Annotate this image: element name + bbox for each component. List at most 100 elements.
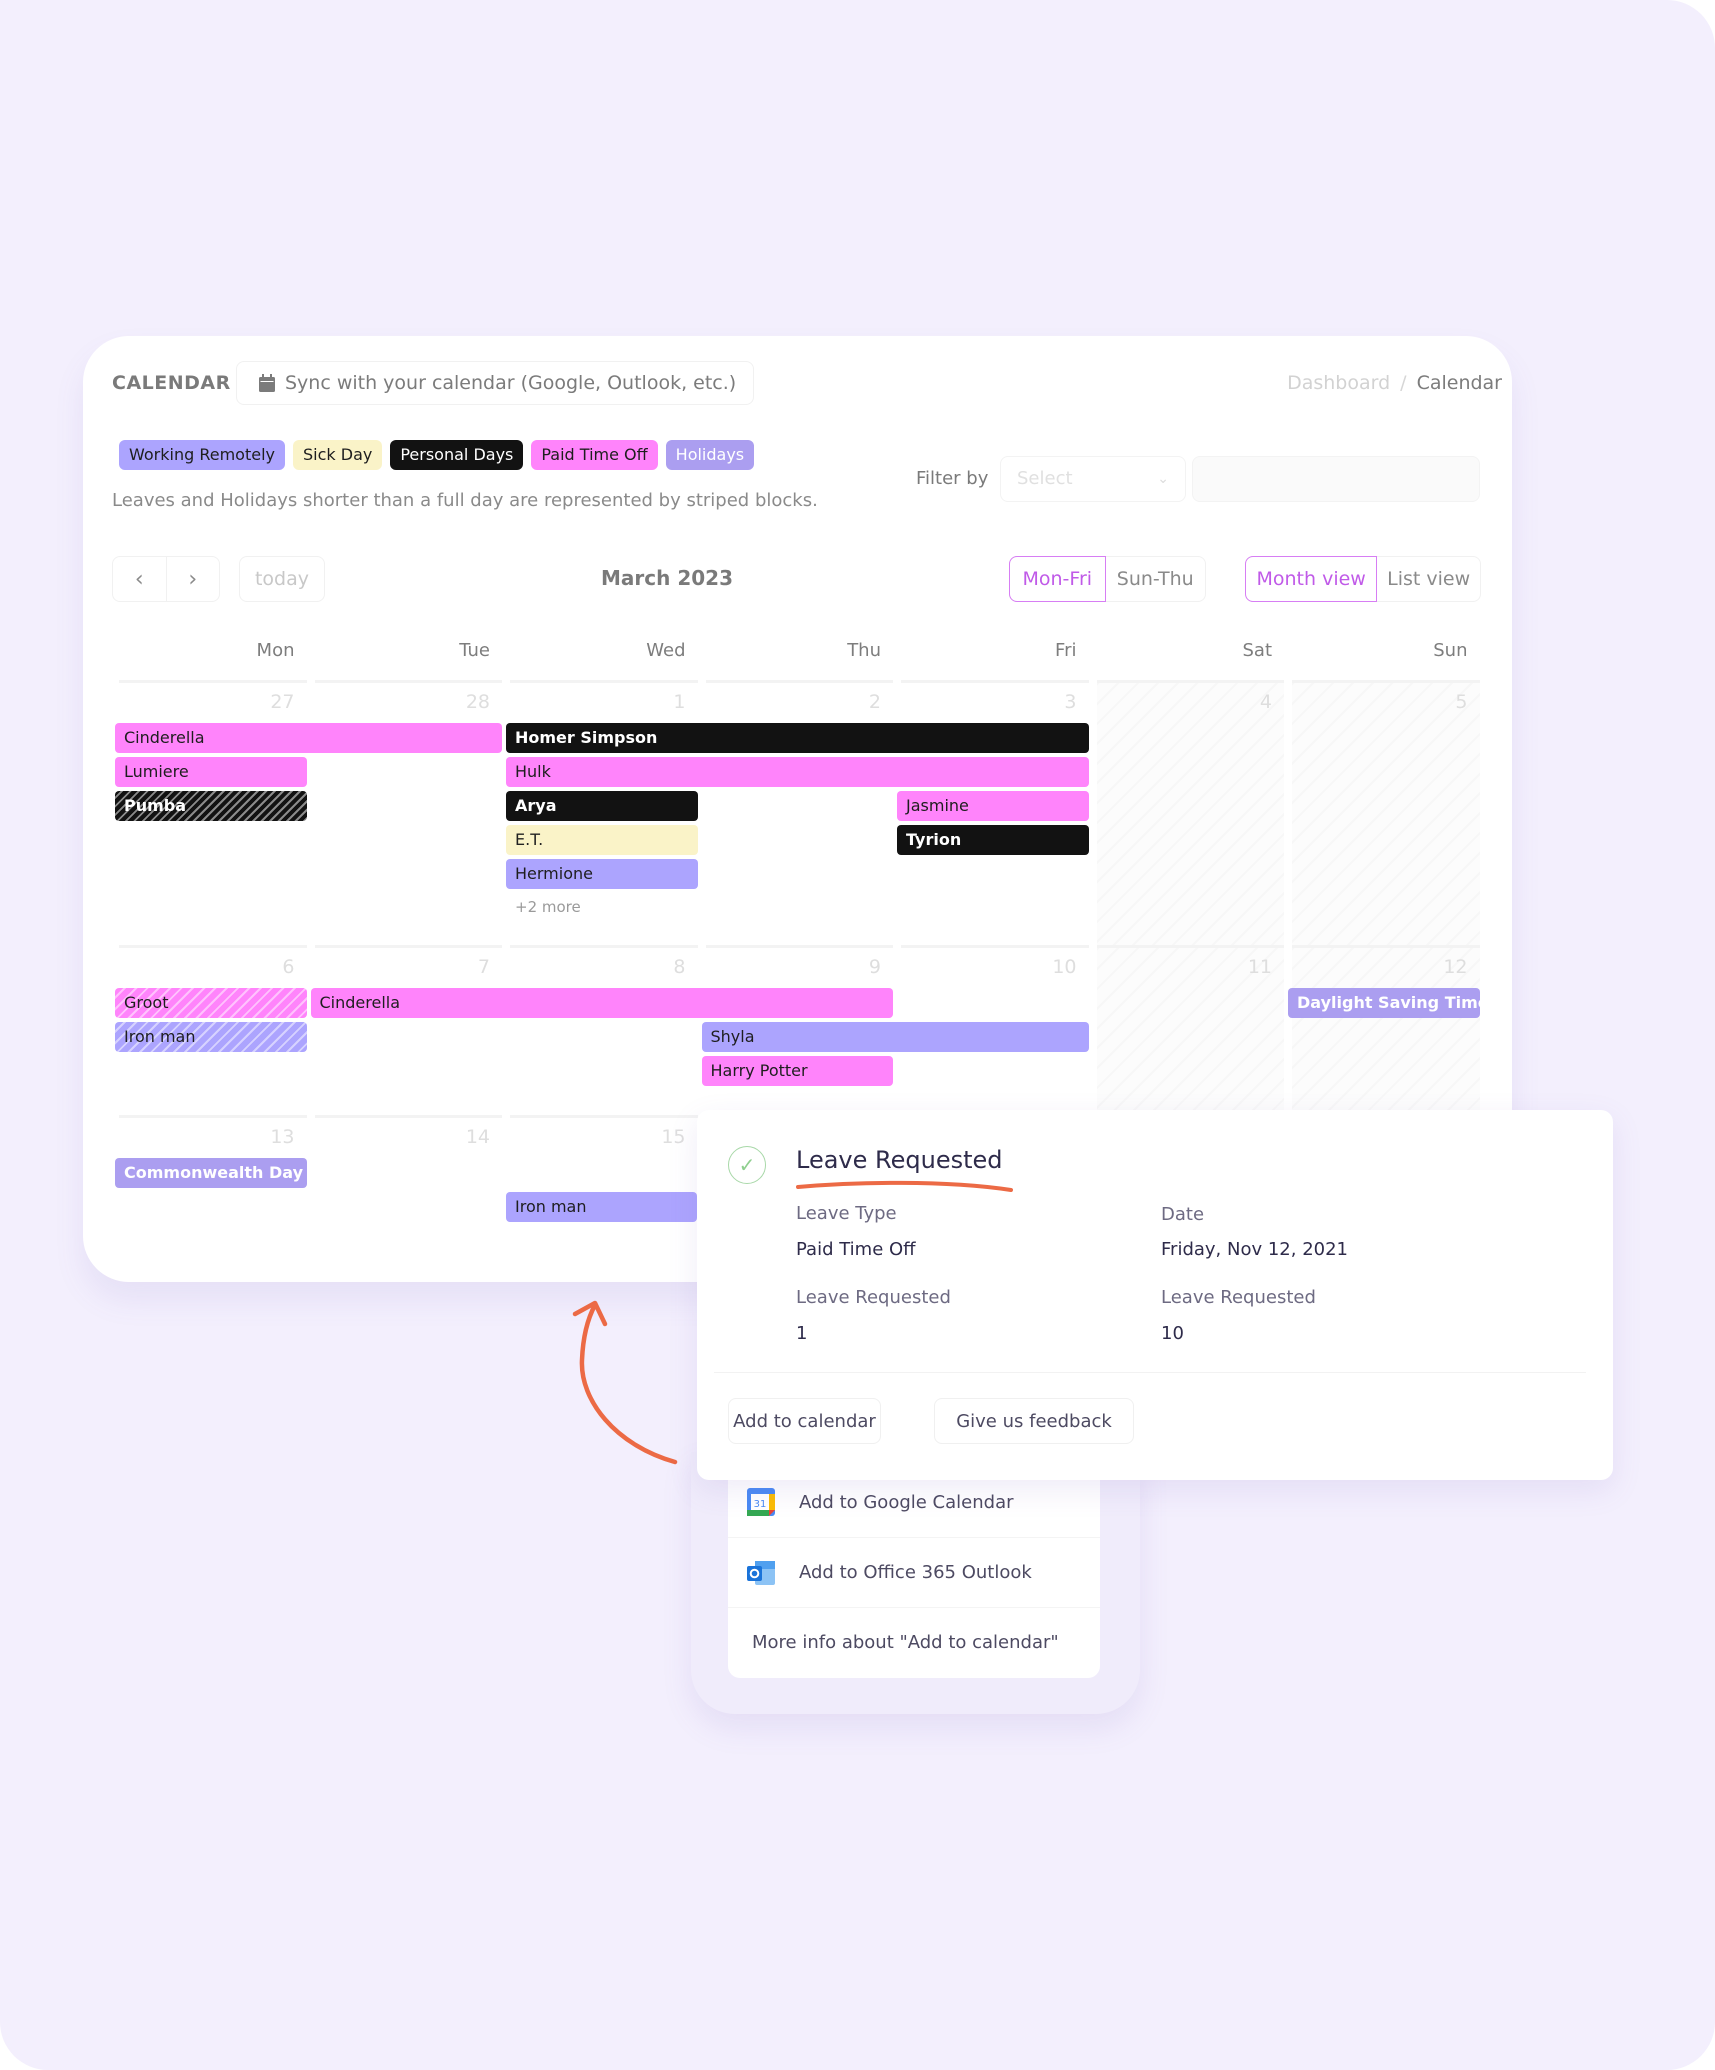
popup-divider (714, 1372, 1586, 1373)
calendar-event[interactable]: Pumba (115, 791, 307, 821)
sync-calendar-label: Sync with your calendar (Google, Outlook… (285, 372, 737, 394)
google-calendar-icon: 31 (745, 1486, 777, 1518)
date-label: Date (1161, 1204, 1205, 1225)
add-to-calendar-menu: 31 Add to Google Calendar Add to Office … (728, 1467, 1100, 1678)
menu-item-office365[interactable]: Add to Office 365 Outlook (728, 1537, 1100, 1607)
date-value: Friday, Nov 12, 2021 (1161, 1239, 1349, 1260)
filter-select-placeholder: Select (1017, 468, 1073, 489)
day-cell[interactable]: 8 (510, 945, 698, 1115)
legend-chip-personal-days[interactable]: Personal Days (390, 440, 524, 470)
day-cell[interactable]: 14 (314, 1115, 502, 1285)
day-number: 14 (465, 1126, 490, 1148)
calendar-event[interactable]: E.T. (506, 825, 698, 855)
menu-item-label: Add to Google Calendar (799, 1491, 1014, 1513)
day-number: 1 (673, 691, 686, 713)
weekday-header-tue: Tue (459, 640, 490, 661)
calendar-event[interactable]: Homer Simpson (506, 723, 1089, 753)
legend-chip-working-remotely[interactable]: Working Remotely (119, 440, 285, 470)
title-underline-decoration (796, 1180, 1013, 1192)
weekday-header-sat: Sat (1242, 640, 1272, 661)
day-number: 5 (1455, 691, 1468, 713)
legend-chip-paid-time-off[interactable]: Paid Time Off (531, 440, 658, 470)
month-view-button[interactable]: Month view (1245, 556, 1378, 602)
day-cell[interactable]: 13 (119, 1115, 307, 1285)
day-cell[interactable]: 4 (1096, 680, 1284, 945)
list-view-button[interactable]: List view (1377, 557, 1480, 601)
calendar-event[interactable]: Commonwealth Day (Canada) (115, 1158, 307, 1188)
day-number: 15 (661, 1126, 686, 1148)
outlook-icon (745, 1557, 777, 1589)
sync-calendar-button[interactable]: Sync with your calendar (Google, Outlook… (236, 361, 754, 405)
give-feedback-button[interactable]: Give us feedback (934, 1398, 1134, 1444)
calendar-event[interactable]: Hulk (506, 757, 1089, 787)
calendar-event[interactable]: Lumiere (115, 757, 307, 787)
leave-requested-label-2: Leave Requested (1161, 1287, 1316, 1308)
day-number: 9 (868, 956, 881, 978)
week-option-sun-thu[interactable]: Sun-Thu (1106, 557, 1205, 601)
calendar-event[interactable]: Shyla (701, 1022, 1089, 1052)
breadcrumb-calendar: Calendar (1416, 372, 1502, 394)
chevron-down-icon: ⌄ (1157, 471, 1169, 487)
breadcrumb-dashboard[interactable]: Dashboard (1287, 372, 1390, 394)
prev-month-button[interactable]: ‹ (113, 557, 166, 601)
calendar-event[interactable]: Daylight Saving Time starts (1288, 988, 1480, 1018)
calendar-event[interactable]: Iron man (506, 1192, 697, 1222)
leave-requested-label: Leave Requested (796, 1287, 951, 1308)
week-option-mon-fri[interactable]: Mon-Fri (1009, 556, 1106, 602)
day-cell[interactable]: 28 (314, 680, 502, 945)
day-number: 28 (465, 691, 490, 713)
leave-requested-value-2: 10 (1161, 1323, 1184, 1344)
calendar-event[interactable]: Arya (506, 791, 698, 821)
striped-blocks-note: Leaves and Holidays shorter than a full … (112, 490, 818, 511)
day-number: 6 (282, 956, 295, 978)
menu-item-label: More info about "Add to calendar" (752, 1632, 1059, 1653)
today-button[interactable]: today (239, 556, 325, 602)
chevron-right-icon: › (188, 566, 198, 592)
day-number: 2 (868, 691, 881, 713)
popup-title: Leave Requested (796, 1146, 1003, 1174)
day-number: 7 (477, 956, 490, 978)
leave-requested-value: 1 (796, 1323, 808, 1344)
breadcrumb: Dashboard / Calendar (1287, 372, 1502, 394)
day-number: 27 (270, 691, 295, 713)
day-cell[interactable]: 2 (705, 680, 893, 945)
day-number: 3 (1064, 691, 1077, 713)
day-number: 13 (270, 1126, 295, 1148)
calendar-event[interactable]: Iron man (115, 1022, 307, 1052)
calendar-event[interactable]: Cinderella (310, 988, 893, 1018)
legend-chip-sick-day[interactable]: Sick Day (293, 440, 383, 470)
weekday-header-mon: Mon (256, 640, 295, 661)
day-number: 10 (1052, 956, 1077, 978)
calendar-icon (259, 374, 275, 392)
filter-value-input[interactable] (1192, 456, 1480, 502)
day-number: 4 (1259, 691, 1272, 713)
day-cell[interactable]: 7 (314, 945, 502, 1115)
weekday-header-thu: Thu (847, 640, 881, 661)
day-number: 8 (673, 956, 686, 978)
legend-chip-holidays[interactable]: Holidays (665, 440, 755, 470)
svg-text:31: 31 (754, 1499, 767, 1510)
chevron-left-icon: ‹ (134, 566, 144, 592)
add-to-calendar-button[interactable]: Add to calendar (728, 1398, 881, 1444)
weekday-header-sun: Sun (1433, 640, 1468, 661)
leave-type-value: Paid Time Off (796, 1239, 916, 1260)
menu-item-more-info[interactable]: More info about "Add to calendar" (728, 1607, 1100, 1677)
day-cell[interactable]: 11 (1096, 945, 1284, 1115)
calendar-event[interactable]: Tyrion (897, 825, 1089, 855)
next-month-button[interactable]: › (165, 557, 220, 601)
week-range-toggle: Mon-Fri Sun-Thu (1009, 556, 1206, 602)
day-cell[interactable]: 5 (1292, 680, 1480, 945)
more-events-link[interactable]: +2 more (515, 898, 581, 916)
weekday-header-fri: Fri (1055, 640, 1077, 661)
month-title: March 2023 (601, 566, 733, 590)
calendar-event[interactable]: Groot (115, 988, 307, 1018)
calendar-event[interactable]: Cinderella (115, 723, 502, 753)
day-cell[interactable]: 12 (1292, 945, 1480, 1115)
calendar-event[interactable]: Hermione (506, 859, 698, 889)
check-circle-icon: ✓ (728, 1146, 766, 1184)
calendar-event[interactable]: Harry Potter (701, 1056, 893, 1086)
curved-arrow-icon (572, 1300, 678, 1465)
view-toggle: Month view List view (1245, 556, 1481, 602)
calendar-event[interactable]: Jasmine (897, 791, 1089, 821)
filter-select[interactable]: Select ⌄ (1000, 456, 1186, 502)
